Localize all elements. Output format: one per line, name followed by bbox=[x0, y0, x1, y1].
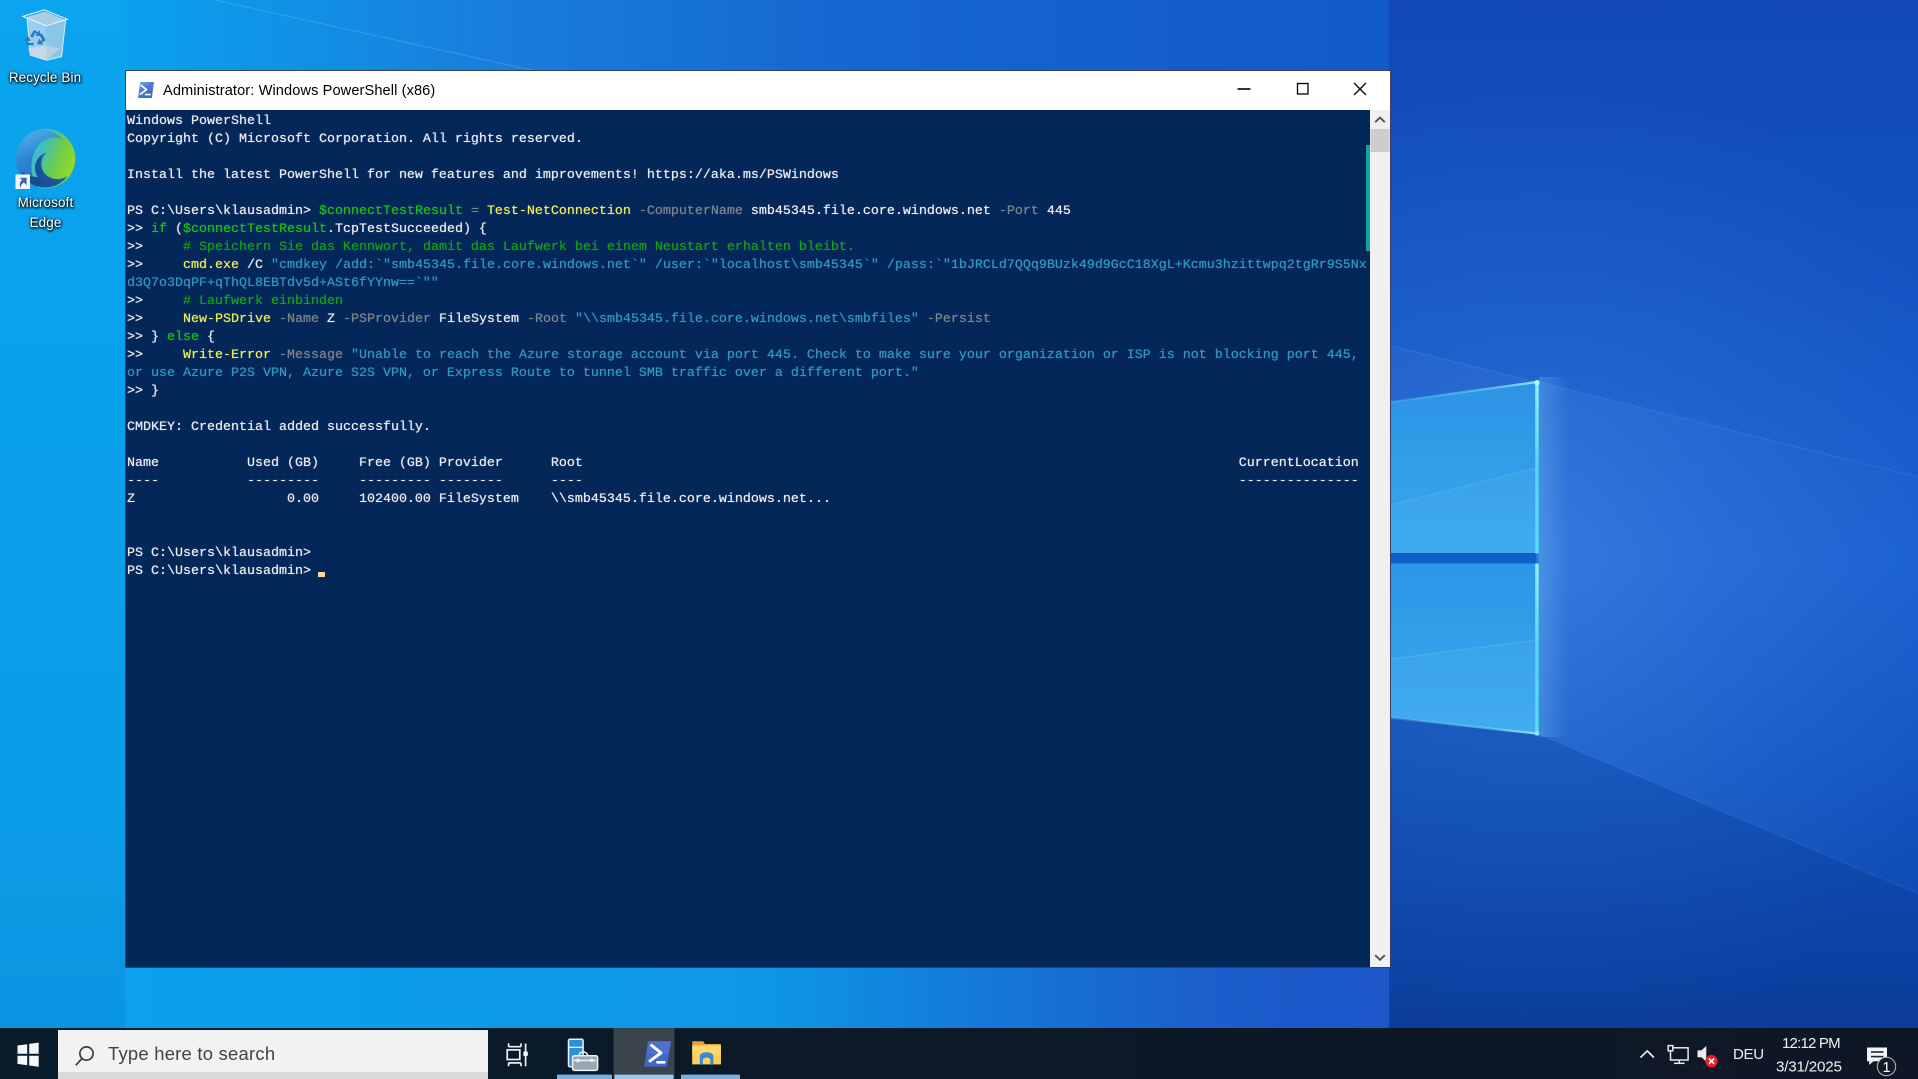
svg-text:3/31/2025: 3/31/2025 bbox=[1776, 1059, 1842, 1076]
svg-text:1: 1 bbox=[1882, 1060, 1890, 1076]
svg-text:12:12 PM: 12:12 PM bbox=[1782, 1035, 1840, 1052]
svg-text:DEU: DEU bbox=[1733, 1046, 1764, 1063]
